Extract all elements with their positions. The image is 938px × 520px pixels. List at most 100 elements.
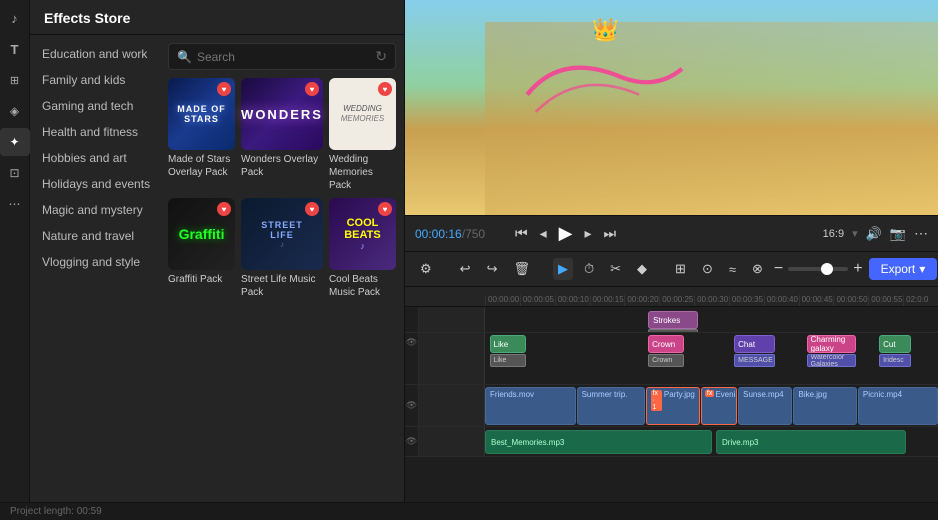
track-side-3: 👁 [405, 385, 419, 426]
speed-button[interactable]: ⊙ [697, 258, 718, 280]
track-label-strokes [419, 307, 485, 332]
party-clip[interactable]: fx · 1Party.jpg [646, 387, 700, 425]
track-label-audio1 [419, 427, 485, 456]
cut-clip[interactable]: Cut [879, 335, 911, 353]
sticker-icon[interactable]: ◈ [0, 97, 30, 125]
time-display: 00:00:16/750 [415, 227, 505, 241]
wonders-badge: ♥ [305, 82, 319, 96]
category-gaming[interactable]: Gaming and tech [30, 93, 160, 119]
step-forward-button[interactable]: ▸ [582, 223, 593, 244]
effects-grid: MADE OF STARS ♥ Made of Stars Overlay Pa… [168, 78, 396, 299]
skip-back-button[interactable]: ⏮ [513, 223, 530, 244]
zoom-out-button[interactable]: − [774, 260, 783, 278]
refresh-button[interactable]: ↻ [375, 48, 387, 65]
video-strip: Friends.mov Summer trip. fx · 1Party.jpg… [485, 387, 938, 425]
track-row-effects: 👁 Like Like Crown Crown Chat MESSAGE Cha… [405, 333, 938, 385]
effect-coolbeats[interactable]: COOL BEATS ♪ ♥ Cool Beats Music Pack [329, 198, 396, 299]
export-chevron-icon: ▾ [919, 262, 925, 276]
zoom-in-button[interactable]: + [853, 260, 862, 278]
step-back-button[interactable]: ◂ [538, 223, 549, 244]
message-clip[interactable]: MESSAGE [734, 354, 775, 367]
crop-button[interactable]: ⊞ [670, 258, 691, 280]
aspect-ratio-selector[interactable]: 16:9 [823, 228, 844, 240]
made-of-stars-title: Made of Stars Overlay Pack [168, 153, 235, 179]
effect-wonders[interactable]: WONDERS ♥ Wonders Overlay Pack [241, 78, 323, 192]
zoom-slider[interactable] [788, 267, 848, 271]
streetlife-badge: ♥ [305, 202, 319, 216]
audio-button[interactable]: ≈ [724, 259, 741, 280]
drive-clip[interactable]: Drive.mp3 [716, 430, 906, 454]
effect-graffiti[interactable]: Graffiti ♥ Graffiti Pack [168, 198, 235, 299]
preview-timeline-area: 👑 00:00:16/750 ⏮ ◂ ▶ ▸ ⏭ 16:9 ▾ 🔊 📷 ⋯ [405, 0, 938, 502]
delete-button[interactable]: 🗑 [508, 258, 535, 280]
coolbeats-title: Cool Beats Music Pack [329, 273, 396, 299]
category-holidays[interactable]: Holidays and events [30, 171, 160, 197]
strokes-sub-clip[interactable]: Strokes • p [648, 329, 698, 332]
effects-store-title: Effects Store [30, 0, 404, 35]
watercolor-clip[interactable]: Watercolor Galaxies [807, 354, 857, 367]
music-icon[interactable]: ♪ [0, 4, 30, 32]
more-tools-icon[interactable]: ⋯ [0, 190, 30, 218]
search-input[interactable] [197, 50, 375, 64]
link-button[interactable]: ⊗ [747, 258, 768, 280]
play-timeline-button[interactable]: ▶ [553, 258, 573, 280]
left-sidebar: ♪ T ⊞ ◈ ✦ ⊡ ⋯ [0, 0, 30, 502]
category-hobbies[interactable]: Hobbies and art [30, 145, 160, 171]
category-nature[interactable]: Nature and travel [30, 223, 160, 249]
project-length-label: Project length: 00:59 [10, 506, 102, 517]
track-side-2: 👁 [405, 333, 419, 384]
track-body-effects: Like Like Crown Crown Chat MESSAGE Charm… [485, 333, 938, 384]
event-clip[interactable]: fxEveni [701, 387, 737, 425]
bike-clip[interactable]: Bike.jpg [793, 387, 856, 425]
category-health[interactable]: Health and fitness [30, 119, 160, 145]
strokes-clip[interactable]: Strokes [648, 311, 698, 329]
play-button[interactable]: ▶ [557, 221, 575, 246]
search-icon: 🔍 [177, 50, 192, 64]
effects-icon[interactable]: ✦ [0, 128, 30, 156]
crown-clip[interactable]: Crown [648, 335, 684, 353]
preview-video: 👑 [405, 0, 938, 215]
wonders-label: WONDERS [241, 107, 323, 122]
track-body-audio1: Best_Memories.mp3 Drive.mp3 [485, 427, 938, 456]
graffiti-title: Graffiti Pack [168, 273, 235, 286]
chat-clip[interactable]: Chat [734, 335, 775, 353]
best-memories-clip[interactable]: Best_Memories.mp3 [485, 430, 712, 454]
redo-button[interactable]: ↪ [482, 258, 503, 280]
text-tool-icon[interactable]: T [0, 35, 30, 63]
timeline: 00:00:00 00:00:05 00:00:10 00:00:15 00:0… [405, 287, 938, 502]
effect-streetlife[interactable]: STREET LIFE ♪ ♥ Street Life Music Pack [241, 198, 323, 299]
effect-wedding[interactable]: WEDDING MEMORIES ♥ Wedding Memories Pack [329, 78, 396, 192]
cut-button[interactable]: ✂ [605, 258, 626, 280]
category-vlogging[interactable]: Vlogging and style [30, 249, 160, 275]
category-education[interactable]: Education and work [30, 41, 160, 67]
preview-controls-bar: 00:00:16/750 ⏮ ◂ ▶ ▸ ⏭ 16:9 ▾ 🔊 📷 ⋯ [405, 215, 938, 251]
export-button[interactable]: Export ▾ [869, 258, 938, 280]
category-magic[interactable]: Magic and mystery [30, 197, 160, 223]
friends-clip[interactable]: Friends.mov [485, 387, 576, 425]
effect-made-of-stars[interactable]: MADE OF STARS ♥ Made of Stars Overlay Pa… [168, 78, 235, 192]
sunse-clip[interactable]: Sunse.mp4 [738, 387, 792, 425]
iridesc-clip[interactable]: Iridesc [879, 354, 911, 367]
transition-icon[interactable]: ⊞ [0, 66, 30, 94]
screenshot-button[interactable]: 📷 [890, 226, 906, 242]
summer-clip[interactable]: Summer trip. [577, 387, 645, 425]
made-of-stars-label: MADE OF STARS [168, 104, 235, 124]
track-side-4: 👁 [405, 427, 419, 456]
search-bar: 🔍 ↻ [168, 43, 396, 70]
coolbeats-badge: ♥ [378, 202, 392, 216]
like-sub-clip[interactable]: Like [490, 354, 526, 367]
crown-sub-clip[interactable]: Crown [648, 354, 684, 367]
like-clip[interactable]: Like [490, 335, 526, 353]
picnic-clip[interactable]: Picnic.mp4 [858, 387, 938, 425]
more-options-button[interactable]: ⋯ [914, 225, 928, 242]
timer-button[interactable]: ⏱ [579, 258, 599, 280]
undo-button[interactable]: ↩ [455, 258, 476, 280]
graffiti-badge: ♥ [217, 202, 231, 216]
settings-button[interactable]: ⚙ [415, 258, 437, 280]
skip-forward-button[interactable]: ⏭ [602, 223, 619, 244]
volume-button[interactable]: 🔊 [866, 226, 882, 242]
marker-button[interactable]: ◆ [632, 258, 652, 280]
charming-clip[interactable]: Charming galaxy [807, 335, 857, 353]
overlay-icon[interactable]: ⊡ [0, 159, 30, 187]
category-family[interactable]: Family and kids [30, 67, 160, 93]
